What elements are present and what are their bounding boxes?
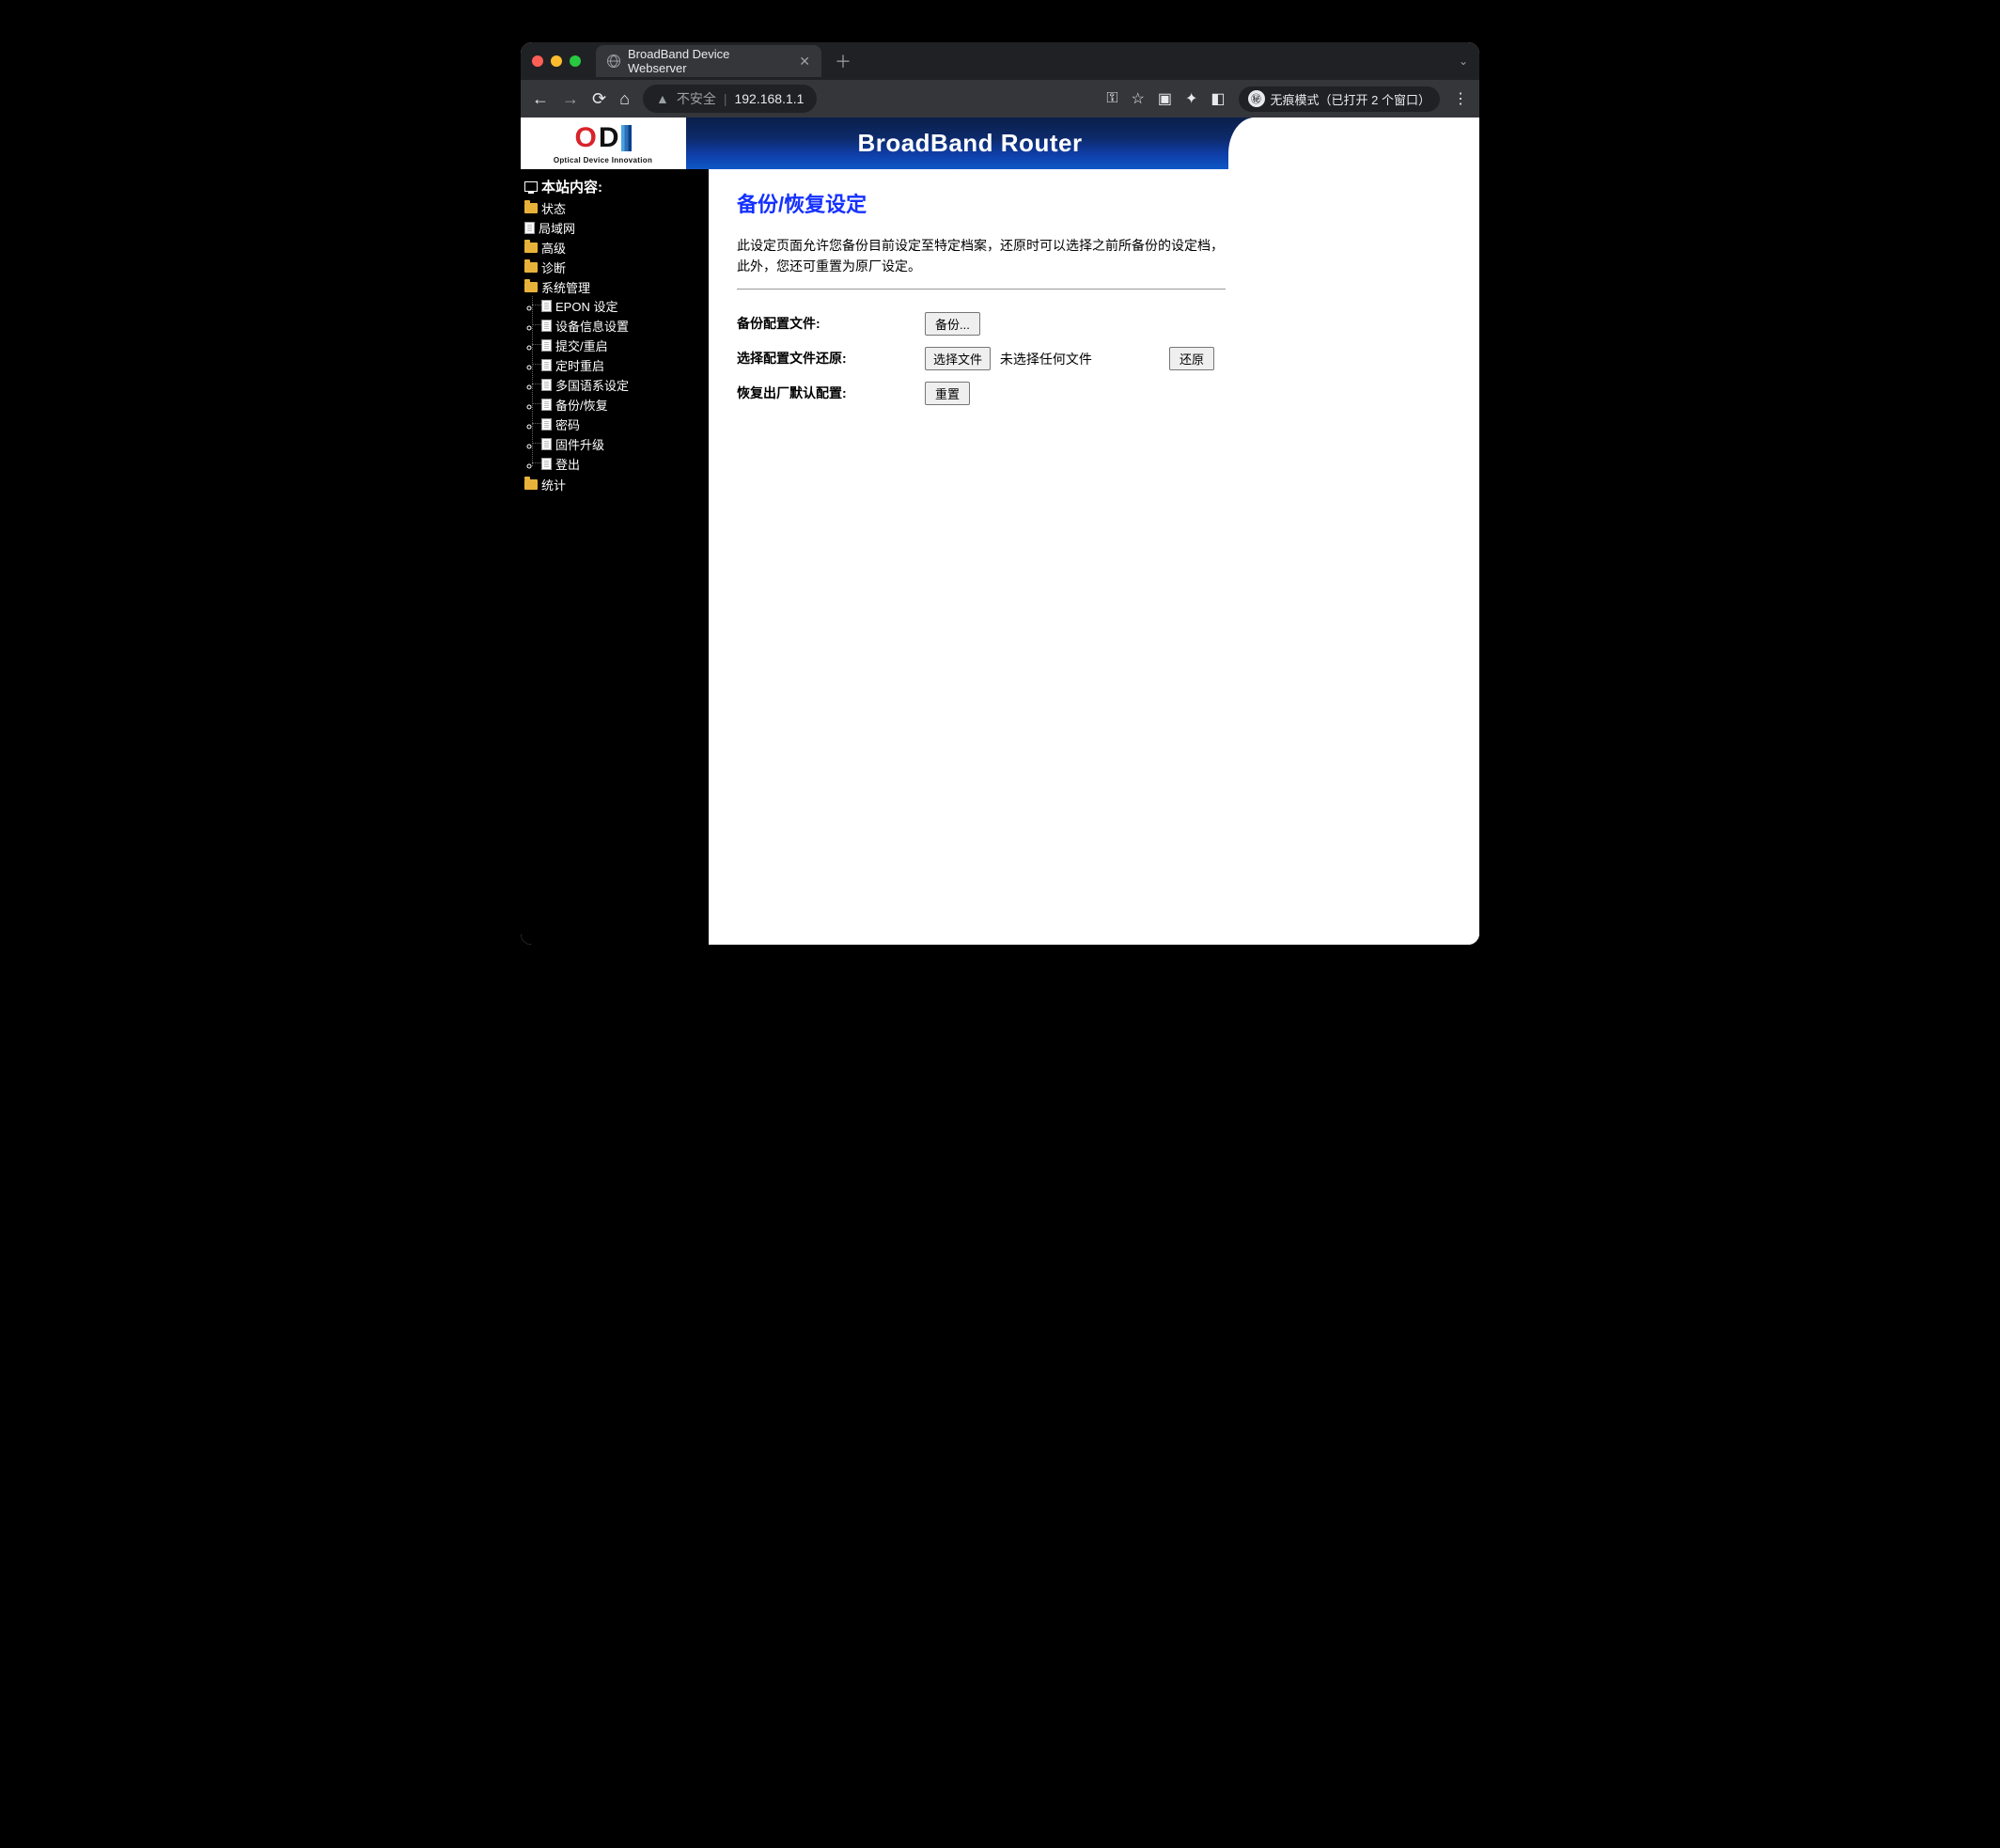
browser-window: BroadBand Device Webserver ✕ ＋ ⌄ ▲ 不安全 |…: [521, 42, 1479, 945]
page-heading: 备份/恢复设定: [737, 188, 1451, 218]
page-intro: 此设定页面允许您备份目前设定至特定档案，还原时可以选择之前所备份的设定档，此外，…: [737, 235, 1226, 277]
sidebar-label: 提交/重启: [555, 337, 608, 354]
reset-label: 恢复出厂默认配置:: [737, 376, 925, 411]
window-controls: [532, 55, 581, 67]
sidebar-item-登出[interactable]: 登出: [541, 455, 705, 473]
sidebar-label: 登出: [555, 455, 580, 473]
page-icon: [541, 418, 552, 431]
logo-subtitle: Optical Device Innovation: [554, 156, 652, 164]
tab-bar: BroadBand Device Webserver ✕ ＋ ⌄: [521, 42, 1479, 80]
sidebar-item-备份/恢复[interactable]: 备份/恢复: [541, 396, 705, 414]
browser-toolbar: ▲ 不安全 | 192.168.1.1 ⚿ ☆ ▣ ✦ ◧ ㊙ 无痕模式（已打开…: [521, 80, 1479, 117]
sidebar-item-EPON 设定[interactable]: EPON 设定: [541, 297, 705, 315]
globe-icon: [607, 55, 620, 68]
sidebar-item-密码[interactable]: 密码: [541, 415, 705, 433]
backup-label: 备份配置文件:: [737, 306, 925, 341]
insecure-warning-icon: ▲: [656, 91, 669, 106]
panel-icon[interactable]: ◧: [1211, 89, 1225, 108]
banner-title: BroadBand Router: [686, 117, 1254, 169]
insecure-label: 不安全: [677, 89, 716, 108]
reset-button[interactable]: 重置: [925, 382, 970, 405]
sidebar-folder-诊断[interactable]: 诊断: [524, 258, 705, 276]
sidebar-item-多国语系设定[interactable]: 多国语系设定: [541, 376, 705, 394]
restore-label: 选择配置文件还原:: [737, 341, 925, 376]
sidebar-label: 状态: [541, 199, 566, 217]
incognito-indicator[interactable]: ㊙ 无痕模式（已打开 2 个窗口）: [1239, 86, 1440, 112]
sidebar-folder-状态[interactable]: 状态: [524, 199, 705, 217]
page-icon: [541, 438, 552, 450]
page-icon: [541, 359, 552, 371]
sidebar: 本站内容: 状态局域网高级诊断系统管理EPON 设定设备信息设置提交/重启定时重…: [521, 169, 709, 945]
back-button[interactable]: [532, 89, 549, 109]
address-bar[interactable]: ▲ 不安全 | 192.168.1.1: [643, 85, 817, 113]
page-icon: [541, 300, 552, 312]
content-area: 备份/恢复设定 此设定页面允许您备份目前设定至特定档案，还原时可以选择之前所备份…: [709, 169, 1479, 945]
sidebar-item-设备信息设置[interactable]: 设备信息设置: [541, 317, 705, 335]
reload-button[interactable]: [592, 89, 606, 109]
sidebar-label: 固件升级: [555, 435, 604, 453]
incognito-label: 无痕模式（已打开 2 个窗口）: [1271, 90, 1430, 108]
tab-title: BroadBand Device Webserver: [628, 47, 788, 75]
home-button[interactable]: [619, 89, 630, 109]
sidebar-label: 局域网: [539, 219, 575, 237]
tree-root: 本站内容:: [524, 175, 705, 198]
banner: OD Optical Device Innovation BroadBand R…: [521, 117, 1479, 169]
page: OD Optical Device Innovation BroadBand R…: [521, 117, 1479, 945]
reader-icon[interactable]: ▣: [1158, 89, 1172, 108]
folder-icon: [524, 479, 538, 490]
close-window-button[interactable]: [532, 55, 543, 67]
forward-button[interactable]: [562, 89, 579, 109]
sidebar-item-定时重启[interactable]: 定时重启: [541, 356, 705, 374]
sidebar-label: 定时重启: [555, 356, 604, 374]
file-status-text: 未选择任何文件: [1000, 352, 1092, 367]
page-icon: [524, 222, 535, 234]
page-icon: [541, 399, 552, 411]
folder-icon: [524, 282, 538, 292]
sidebar-label: 备份/恢复: [555, 396, 608, 414]
folder-icon: [524, 203, 538, 213]
sidebar-item-固件升级[interactable]: 固件升级: [541, 435, 705, 453]
sidebar-item-提交/重启[interactable]: 提交/重启: [541, 337, 705, 354]
divider: [737, 289, 1226, 290]
page-icon: [541, 339, 552, 352]
sidebar-label: 多国语系设定: [555, 376, 629, 394]
computer-icon: [524, 181, 538, 192]
sidebar-label: 统计: [541, 476, 566, 493]
new-tab-button[interactable]: ＋: [835, 49, 852, 73]
page-icon: [541, 458, 552, 470]
choose-file-button[interactable]: 选择文件: [925, 347, 991, 370]
folder-icon: [524, 243, 538, 253]
restore-button[interactable]: 还原: [1169, 347, 1214, 370]
sidebar-folder-高级[interactable]: 高级: [524, 239, 705, 257]
backup-button[interactable]: 备份...: [925, 312, 980, 336]
menu-button[interactable]: ⋮: [1453, 89, 1468, 108]
sidebar-label: 密码: [555, 415, 580, 433]
sidebar-label: 系统管理: [541, 278, 590, 296]
folder-icon: [524, 262, 538, 273]
sidebar-folder-系统管理[interactable]: 系统管理: [524, 278, 705, 296]
url-text: 192.168.1.1: [734, 91, 804, 106]
maximize-window-button[interactable]: [570, 55, 581, 67]
minimize-window-button[interactable]: [551, 55, 562, 67]
incognito-icon: ㊙: [1248, 90, 1265, 107]
sidebar-label: 诊断: [541, 258, 566, 276]
sidebar-label: 设备信息设置: [555, 317, 629, 335]
bookmark-icon[interactable]: ☆: [1132, 89, 1145, 108]
logo: OD Optical Device Innovation: [521, 117, 686, 169]
sidebar-folder-统计[interactable]: 统计: [524, 476, 705, 493]
page-icon: [541, 379, 552, 391]
key-icon[interactable]: ⚿: [1106, 90, 1117, 107]
page-icon: [541, 320, 552, 332]
sidebar-item-局域网[interactable]: 局域网: [524, 219, 705, 237]
tab-list-button[interactable]: ⌄: [1459, 55, 1468, 68]
sidebar-label: 高级: [541, 239, 566, 257]
close-tab-icon[interactable]: ✕: [799, 54, 810, 70]
sidebar-label: EPON 设定: [555, 297, 617, 315]
extensions-icon[interactable]: ✦: [1185, 89, 1197, 108]
browser-tab[interactable]: BroadBand Device Webserver ✕: [596, 45, 821, 77]
